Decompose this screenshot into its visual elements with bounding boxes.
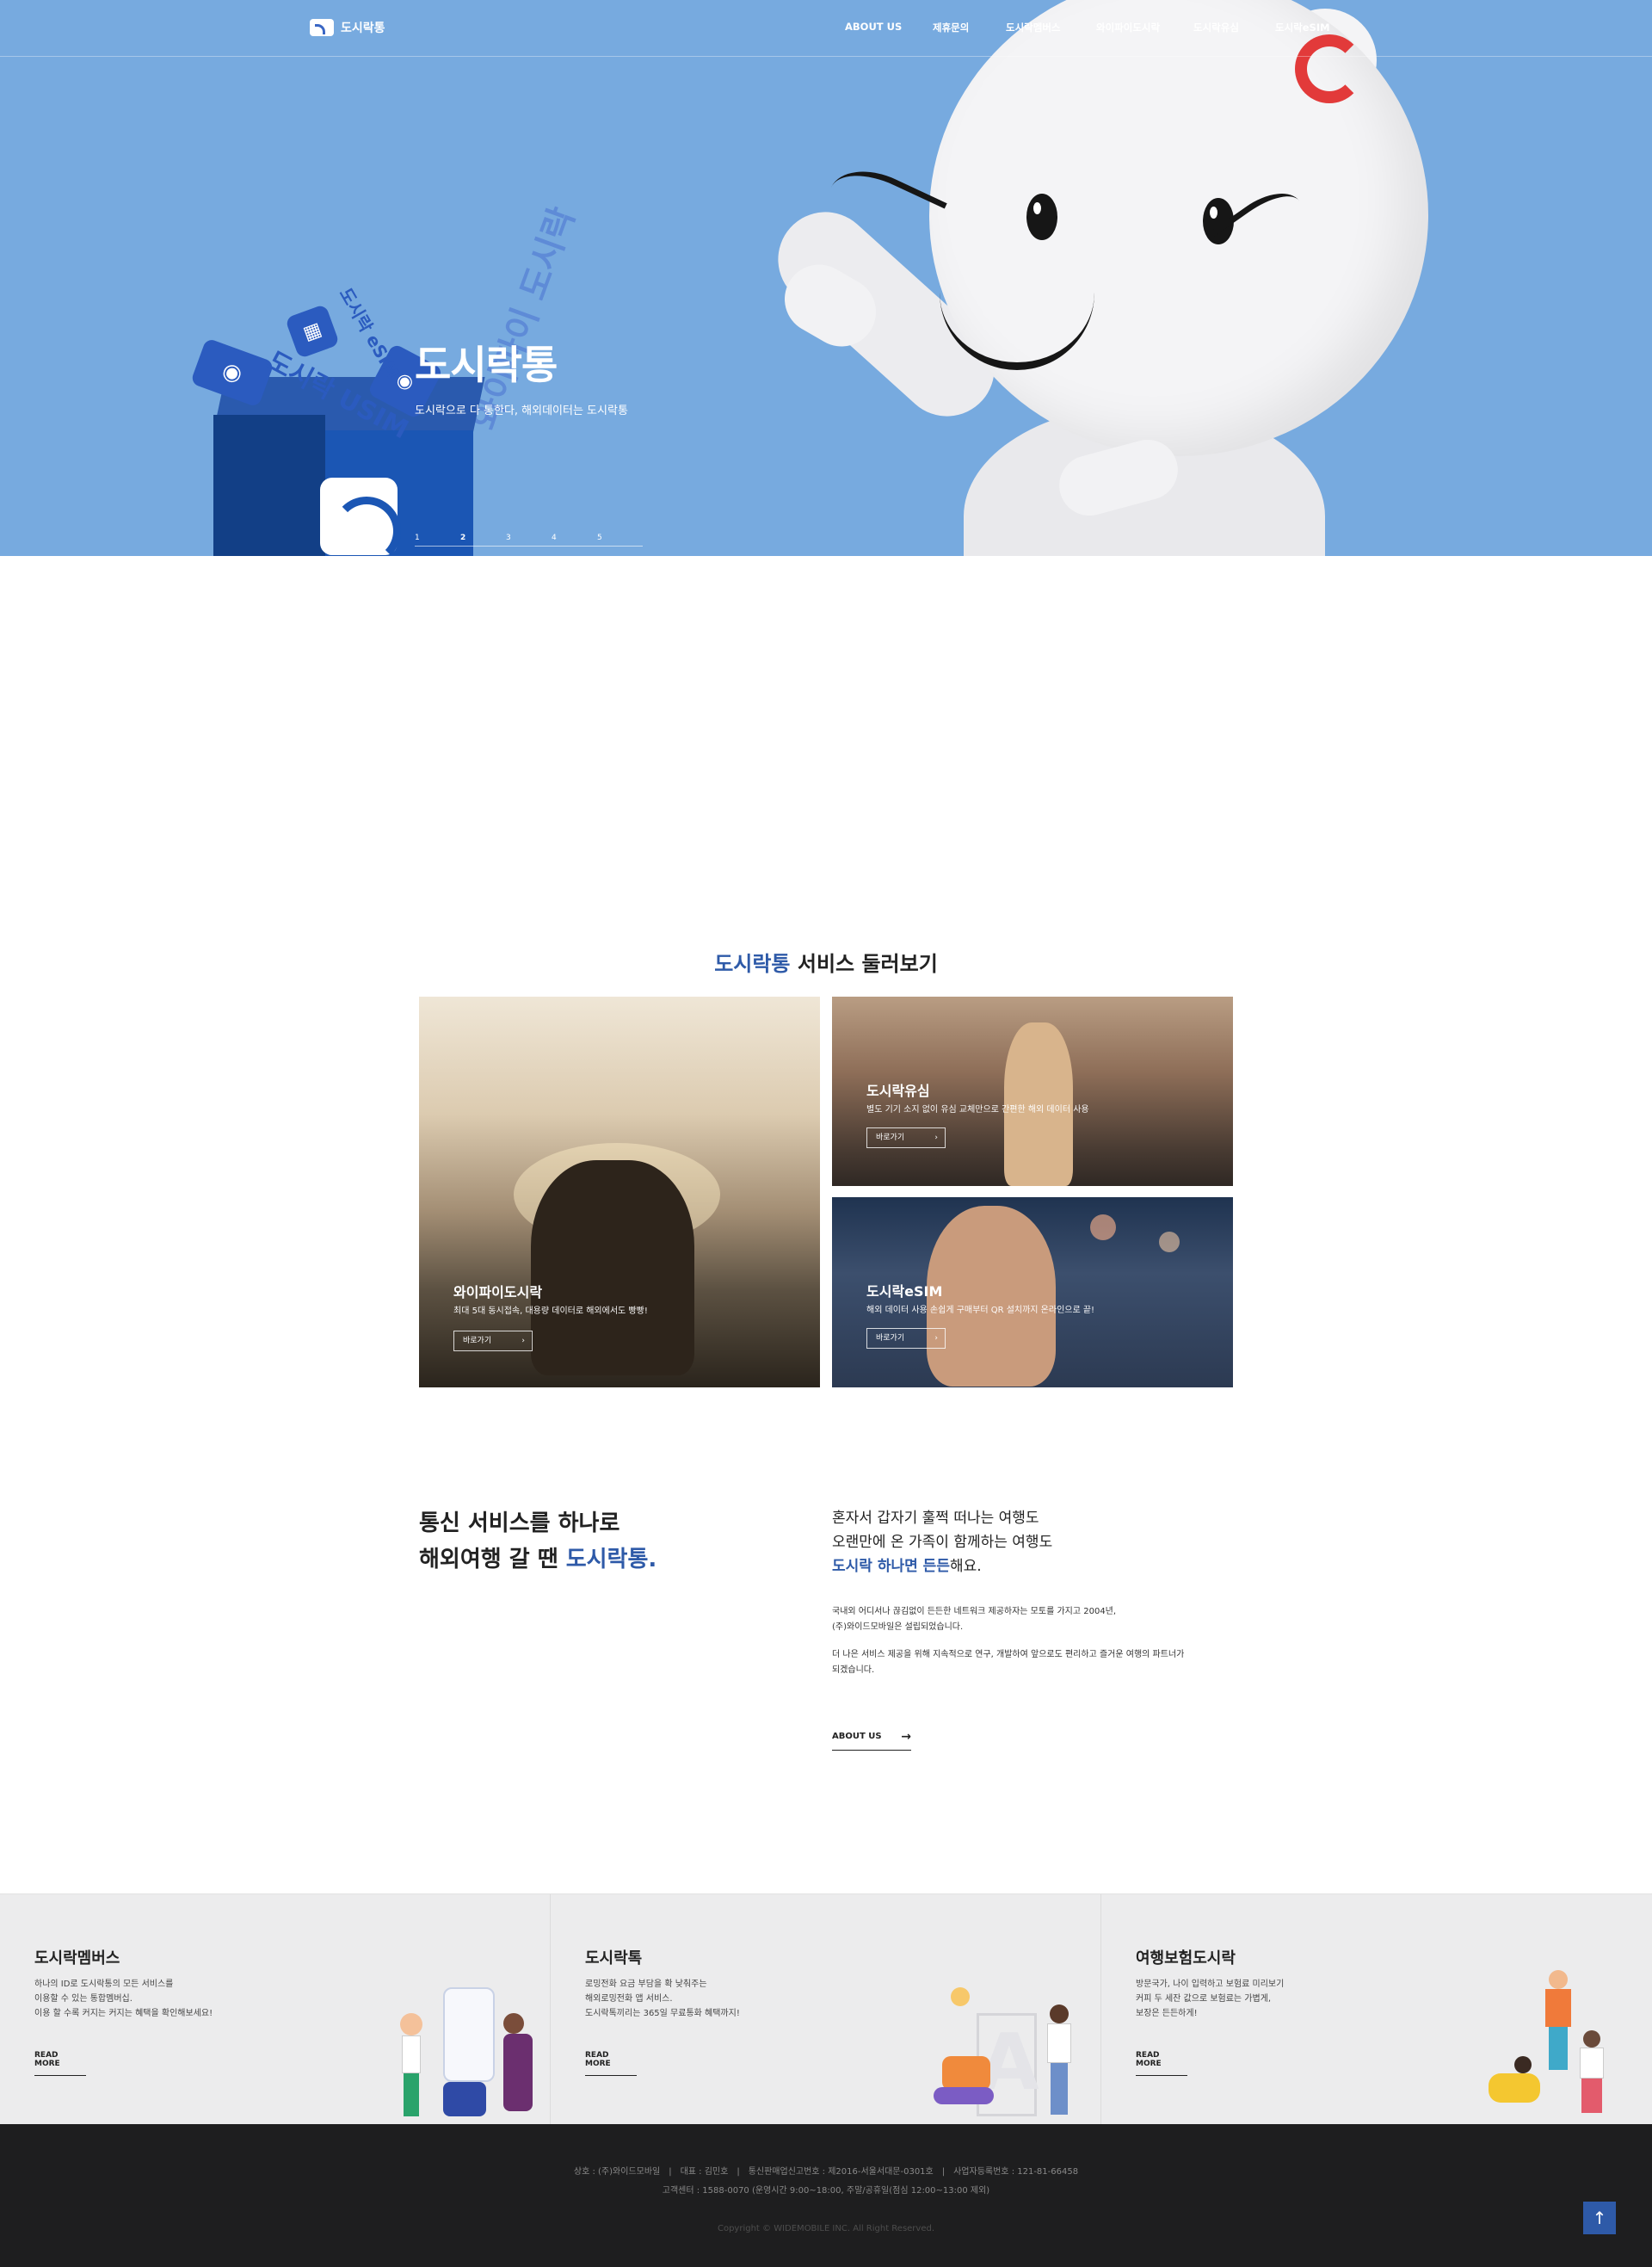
logo-text: 도시락통 — [341, 22, 385, 35]
about-us-button[interactable]: ABOUT US → — [832, 1730, 911, 1751]
nav-about-us[interactable]: ABOUT US — [845, 21, 902, 33]
panel-travel-insurance: 여행보험도시락 방문국가, 나이 입력하고 보험료 미리보기 커피 두 세잔 값으… — [1101, 1894, 1652, 2125]
read-more-button[interactable]: READ MORE — [34, 2051, 86, 2076]
tile-title: 도시락유심 — [866, 1083, 930, 1099]
services-section-title: 도시락통 서비스 둘러보기 — [0, 947, 1652, 977]
woman-figure — [927, 1206, 1056, 1387]
box-illustration-front — [213, 415, 325, 556]
slide-dot-5[interactable]: 5 — [597, 534, 643, 542]
panel-title: 여행보험도시락 — [1136, 1949, 1236, 1967]
panel-title: 도시락멤버스 — [34, 1949, 120, 1967]
about-paragraph-2: 더 나은 서비스 제공을 위해 지속적으로 연구, 개발하여 앞으로도 편리하고… — [832, 1650, 1185, 1675]
nav-dosirak-esim[interactable]: 도시락eSIM — [1275, 21, 1330, 34]
tile-wifi-dosirak[interactable]: 와이파이도시락 최대 5대 동시접속, 대용량 데이터로 해외에서도 빵빵! 바… — [419, 997, 820, 1387]
talk-illustration: A — [916, 1979, 1101, 2125]
panel-title: 도시락톡 — [585, 1949, 643, 1967]
site-footer: 상호 : (주)와이드모바일 | 대표 : 김민호 | 통신판매업신고번호 : … — [0, 2124, 1652, 2267]
panel-desc: 로밍전화 요금 부담을 확 낮춰주는 해외로밍전화 앱 서비스. 도시락톡끼리는 3… — [585, 1980, 740, 2018]
slide-dot-4[interactable]: 4 — [552, 534, 597, 542]
nav-partnership[interactable]: 제휴문의 — [933, 21, 969, 34]
panel-members: 도시락멤버스 하나의 ID로 도시락통의 모든 서비스를 이용할 수 있는 통합멤… — [0, 1894, 551, 2125]
panel-desc: 하나의 ID로 도시락통의 모든 서비스를 이용할 수 있는 통합멤버십. 이용 할… — [34, 1980, 213, 2018]
esim-card-label: 도시락 eSIM — [335, 284, 404, 383]
hero-subtitle: 도시락으로 다 통한다, 해외데이터는 도시락통 — [415, 405, 628, 417]
services-title-rest: 서비스 둘러보기 — [790, 952, 938, 976]
chevron-right-icon: › — [521, 1337, 525, 1345]
mascot-left-eye — [1026, 194, 1057, 240]
members-illustration — [391, 1979, 551, 2125]
slide-dot-2[interactable]: 2 — [460, 534, 506, 542]
site-logo[interactable]: 도시락통 — [310, 19, 385, 36]
bokeh-light — [1159, 1232, 1180, 1252]
hikers-silhouette — [531, 1160, 694, 1375]
chevron-right-icon: › — [934, 1134, 938, 1142]
services-title-highlight: 도시락통 — [714, 952, 791, 976]
top-navigation: 도시락통 ABOUT US 제휴문의 도시락멤버스 와이파이도시락 도시락유심 … — [0, 0, 1652, 57]
hero-title: 도시락통 — [415, 342, 558, 388]
read-more-button[interactable]: READ MORE — [585, 2051, 637, 2076]
about-lead-text: 혼자서 갑자기 훌쩍 떠나는 여행도 오랜만에 온 가족이 함께하는 여행도 도… — [832, 1510, 1053, 1576]
hero-banner: 도시락통 ABOUT US 제휴문의 도시락멤버스 와이파이도시락 도시락유심 … — [0, 0, 1652, 556]
chevron-right-icon: › — [934, 1334, 938, 1343]
service-panels: 도시락멤버스 하나의 ID로 도시락통의 모든 서비스를 이용할 수 있는 통합멤… — [0, 1893, 1652, 2125]
slide-dot-3[interactable]: 3 — [506, 534, 552, 542]
tile-go-button[interactable]: 바로가기 › — [866, 1328, 946, 1349]
tile-title: 도시락eSIM — [866, 1283, 943, 1300]
esim-chip-icon: ▦ — [284, 303, 341, 360]
slide-dot-1[interactable]: 1 — [415, 534, 460, 542]
tile-go-button[interactable]: 바로가기 › — [866, 1127, 946, 1148]
panel-desc: 방문국가, 나이 입력하고 보험료 미리보기 커피 두 세잔 값으로 보험료는 가… — [1136, 1980, 1285, 2018]
tile-desc: 최대 5대 동시접속, 대용량 데이터로 해외에서도 빵빵! — [453, 1306, 648, 1316]
tile-dosirak-usim[interactable]: 도시락유심 별도 기기 소지 없이 유심 교체만으로 간편한 해외 데이터 사용… — [832, 997, 1233, 1186]
tile-title: 와이파이도시락 — [453, 1284, 543, 1300]
scroll-to-top-button[interactable]: ↑ — [1583, 2202, 1616, 2234]
slide-indicator: 1 2 3 4 5 — [415, 534, 643, 547]
panel-dosirak-talk: 도시락톡 로밍전화 요금 부담을 확 낮춰주는 해외로밍전화 앱 서비스. 도시락톡… — [551, 1894, 1101, 2125]
logo-icon — [310, 19, 334, 36]
about-heading: 통신 서비스를 하나로 해외여행 갈 땐 도시락통. — [419, 1510, 657, 1572]
read-more-button[interactable]: READ MORE — [1136, 2051, 1187, 2076]
about-paragraph-1: 국내외 어디서나 끊김없이 든든한 네트워크 제공하자는 모토를 가지고 200… — [832, 1607, 1117, 1632]
nav-dosirak-usim[interactable]: 도시락유심 — [1193, 21, 1239, 34]
nav-wifi-dosirak[interactable]: 와이파이도시락 — [1096, 21, 1160, 34]
arrow-right-icon: → — [901, 1730, 911, 1744]
footer-customer-center: 고객센터 : 1588-0070 (운영시간 9:00~18:00, 주말/공휴… — [662, 2186, 990, 2196]
footer-copyright: Copyright © WIDEMOBILE INC. All Right Re… — [717, 2224, 935, 2233]
tile-desc: 별도 기기 소지 없이 유심 교체만으로 간편한 해외 데이터 사용 — [866, 1105, 1089, 1115]
wifi-logo-icon — [320, 478, 401, 556]
tile-desc: 해외 데이터 사용 손쉽게 구매부터 QR 설치까지 온라인으로 끝! — [866, 1306, 1095, 1315]
insurance-illustration — [1480, 1970, 1652, 2125]
arrow-up-icon: ↑ — [1592, 2208, 1607, 2228]
footer-company-info: 상호 : (주)와이드모바일 | 대표 : 김민호 | 통신판매업신고번호 : … — [573, 2167, 1079, 2177]
bokeh-light — [1090, 1214, 1116, 1240]
tile-dosirak-esim[interactable]: 도시락eSIM 해외 데이터 사용 손쉽게 구매부터 QR 설치까지 온라인으로… — [832, 1197, 1233, 1387]
tile-go-button[interactable]: 바로가기 › — [453, 1331, 533, 1351]
nav-members[interactable]: 도시락멤버스 — [1006, 21, 1060, 34]
